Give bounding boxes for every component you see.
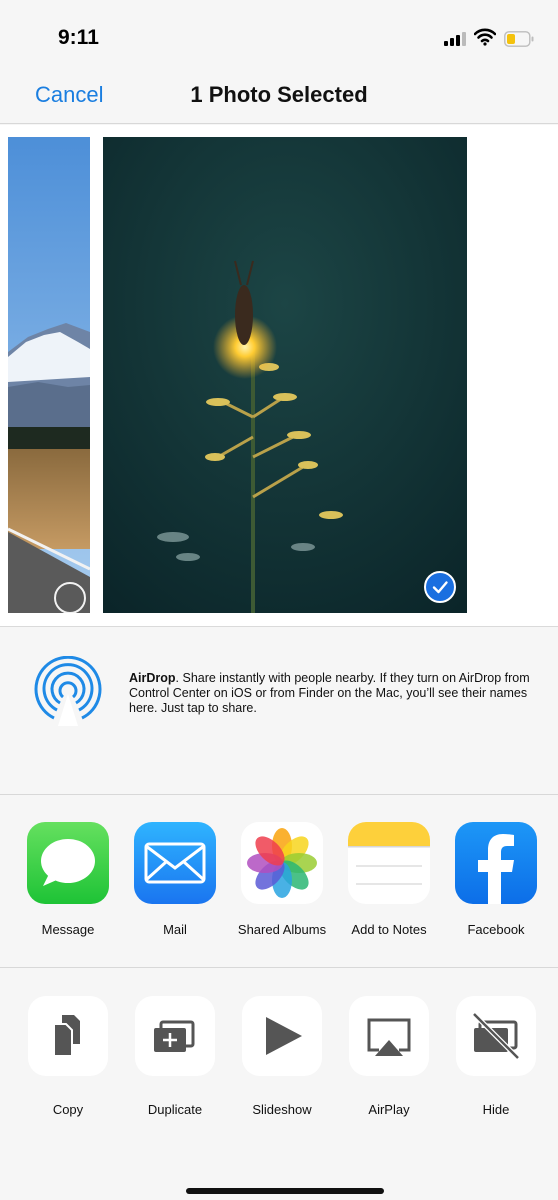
notes-icon: [348, 822, 430, 904]
photo-thumbnail-mountain[interactable]: [8, 137, 90, 613]
cellular-signal-icon: [444, 32, 468, 46]
action-label: Hide: [482, 1102, 510, 1117]
share-app-shared-albums[interactable]: Shared Albums: [229, 822, 335, 937]
share-app-add-to-notes[interactable]: Add to Notes: [336, 822, 442, 937]
share-app-label: Facebook: [467, 922, 525, 937]
action-label: Duplicate: [147, 1102, 203, 1117]
battery-icon: [504, 31, 534, 47]
status-time: 9:11: [58, 26, 99, 49]
share-app-label: Shared Albums: [237, 922, 327, 937]
facebook-icon: [455, 822, 537, 904]
photo-thumbnail-firefly[interactable]: [103, 137, 467, 613]
action-hide[interactable]: Hide: [443, 996, 549, 1117]
share-apps-row: Message Mail Shared Albums Add to Notes …: [0, 796, 558, 968]
share-app-label: Message: [41, 922, 95, 937]
share-app-label: Mail: [163, 922, 187, 937]
share-actions-row: Copy Duplicate Slideshow AirPlay Hide: [0, 969, 558, 1200]
wifi-icon: [474, 28, 496, 46]
play-icon: [242, 996, 322, 1076]
photos-icon: [241, 822, 323, 904]
airdrop-section: AirDrop. Share instantly with people nea…: [0, 628, 558, 795]
mail-icon: [134, 822, 216, 904]
messages-icon: [27, 822, 109, 904]
action-label: Slideshow: [252, 1102, 312, 1117]
hide-icon: [456, 996, 536, 1076]
photo-carousel[interactable]: [0, 125, 558, 627]
action-copy[interactable]: Copy: [15, 996, 121, 1117]
home-indicator[interactable]: [186, 1188, 384, 1194]
share-app-label: Add to Notes: [351, 922, 427, 937]
duplicate-icon: [135, 996, 215, 1076]
selection-checkmark-icon[interactable]: [424, 571, 456, 603]
navigation-bar: Cancel 1 Photo Selected: [0, 70, 558, 124]
action-airplay[interactable]: AirPlay: [336, 996, 442, 1117]
airdrop-description: AirDrop. Share instantly with people nea…: [129, 671, 530, 715]
airdrop-icon[interactable]: [32, 656, 104, 728]
status-bar: 9:11: [0, 0, 558, 70]
airplay-icon: [349, 996, 429, 1076]
action-label: AirPlay: [368, 1102, 410, 1117]
page-title: 1 Photo Selected: [190, 82, 368, 107]
selection-circle-unselected[interactable]: [54, 582, 86, 613]
share-app-facebook[interactable]: Facebook: [443, 822, 549, 937]
firefly-image: [103, 137, 467, 613]
copy-icon: [28, 996, 108, 1076]
mountain-road-image: [8, 137, 90, 613]
action-label: Copy: [52, 1102, 84, 1117]
share-app-message[interactable]: Message: [15, 822, 121, 937]
action-slideshow[interactable]: Slideshow: [229, 996, 335, 1117]
share-app-mail[interactable]: Mail: [122, 822, 228, 937]
action-duplicate[interactable]: Duplicate: [122, 996, 228, 1117]
